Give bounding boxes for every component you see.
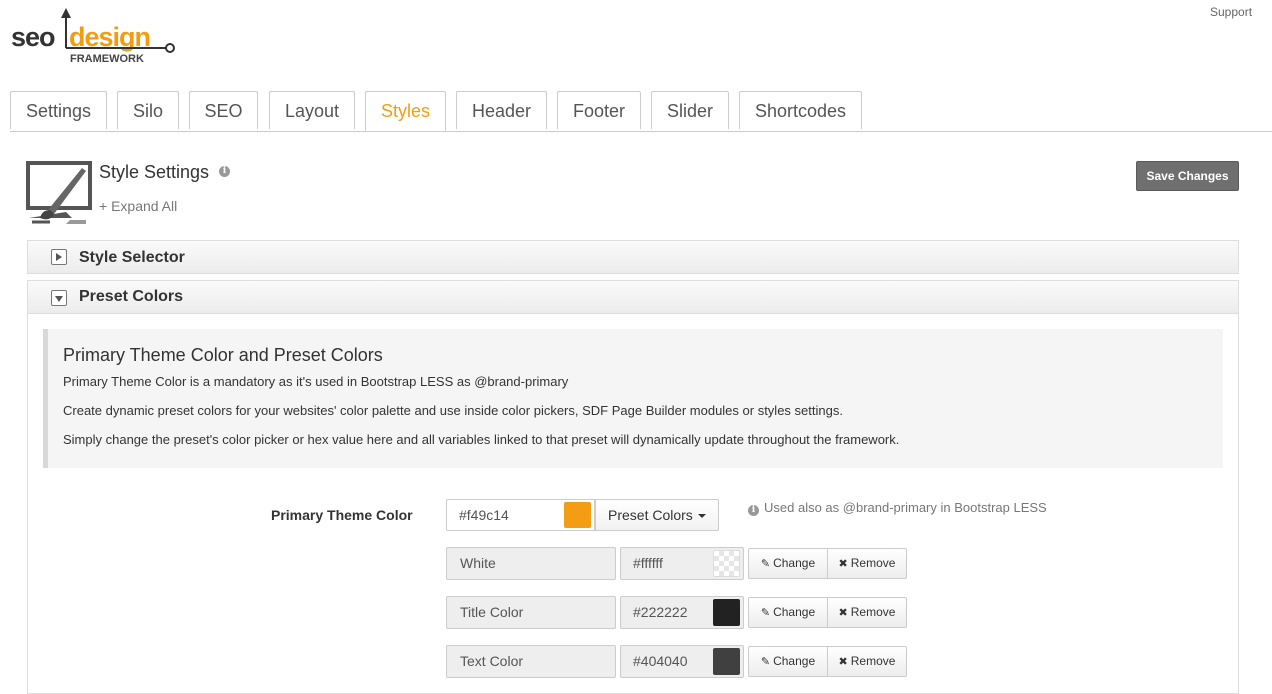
primary-color-help: i Used also as @brand-primary in Bootstra… [748,500,1047,516]
pencil-icon: ✎ [760,607,771,619]
change-button-label: Change [773,605,816,619]
tab-styles[interactable]: Styles [365,91,446,131]
svg-text:seo: seo [11,22,55,52]
monitor-brush-icon [26,161,92,224]
style-selector-label: Style Selector [79,249,185,266]
primary-color-label: Primary Theme Color [271,507,413,523]
preset-colors-dropdown-label: Preset Colors [608,507,693,523]
preset-name-input[interactable]: Text Color [446,645,616,678]
info-icon[interactable]: i [219,166,230,177]
tab-shortcodes[interactable]: Shortcodes [739,91,862,129]
preset-name-input[interactable]: White [446,547,616,580]
main-tabs: Settings Silo SEO Layout Styles Header F… [10,91,1272,132]
remove-button[interactable]: ✖ Remove [827,646,907,677]
remove-button-label: Remove [850,556,896,570]
tab-seo[interactable]: SEO [189,91,258,129]
remove-button[interactable]: ✖ Remove [827,548,907,579]
tab-settings[interactable]: Settings [10,91,107,129]
close-icon: ✖ [838,558,848,570]
pencil-icon: ✎ [760,656,771,668]
change-button-label: Change [773,654,816,668]
save-changes-button[interactable]: Save Changes [1136,161,1239,191]
primary-color-swatch[interactable] [564,502,591,528]
change-button[interactable]: ✎ Change [748,646,828,677]
tab-layout[interactable]: Layout [269,91,355,129]
support-link[interactable]: Support [1210,5,1252,19]
tab-header[interactable]: Header [456,91,547,129]
remove-button[interactable]: ✖ Remove [827,597,907,628]
svg-text:FRAMEWORK: FRAMEWORK [70,53,144,65]
preset-colors-dropdown[interactable]: Preset Colors [595,499,719,531]
tab-slider[interactable]: Slider [651,91,729,129]
remove-button-label: Remove [850,605,896,619]
tab-silo[interactable]: Silo [117,91,179,129]
preset-row-text-color: Text Color #404040 ✎ Change ✖ Remove [446,645,908,678]
expand-icon[interactable] [51,249,67,265]
info-icon: i [748,505,759,516]
pencil-icon: ✎ [760,558,771,570]
tab-footer[interactable]: Footer [557,91,641,129]
info-heading: Primary Theme Color and Preset Colors [63,345,383,365]
preset-swatch[interactable] [713,550,740,577]
preset-colors-label: Preset Colors [79,288,184,305]
info-paragraph-1: Primary Theme Color is a mandatory as it… [63,374,569,389]
caret-down-icon [697,514,706,518]
preset-row-white: White #ffffff ✎ Change ✖ Remove [446,547,908,580]
preset-name-input[interactable]: Title Color [446,596,616,629]
preset-row-title-color: Title Color #222222 ✎ Change ✖ Remove [446,596,908,629]
preset-swatch[interactable] [713,599,740,626]
info-paragraph-3: Simply change the preset's color picker … [63,432,900,447]
style-selector-panel[interactable]: Style Selector [27,240,1239,274]
change-button[interactable]: ✎ Change [748,597,828,628]
preset-colors-panel[interactable]: Preset Colors [27,280,1239,314]
info-paragraph-2: Create dynamic preset colors for your we… [63,403,843,418]
seo-design-framework-logo[interactable]: seo design FRAMEWORK [10,4,180,68]
page-title: Style Settings [99,162,210,182]
info-box: Primary Theme Color and Preset Colors Pr… [43,329,1223,468]
close-icon: ✖ [838,656,848,668]
remove-button-label: Remove [850,654,896,668]
close-icon: ✖ [838,607,848,619]
expand-all-link[interactable]: + Expand All [99,198,177,214]
collapse-icon[interactable] [51,290,67,306]
change-button-label: Change [773,556,816,570]
change-button[interactable]: ✎ Change [748,548,828,579]
primary-help-text: Used also as @brand-primary in Bootstrap… [764,500,1047,515]
preset-swatch[interactable] [713,648,740,675]
